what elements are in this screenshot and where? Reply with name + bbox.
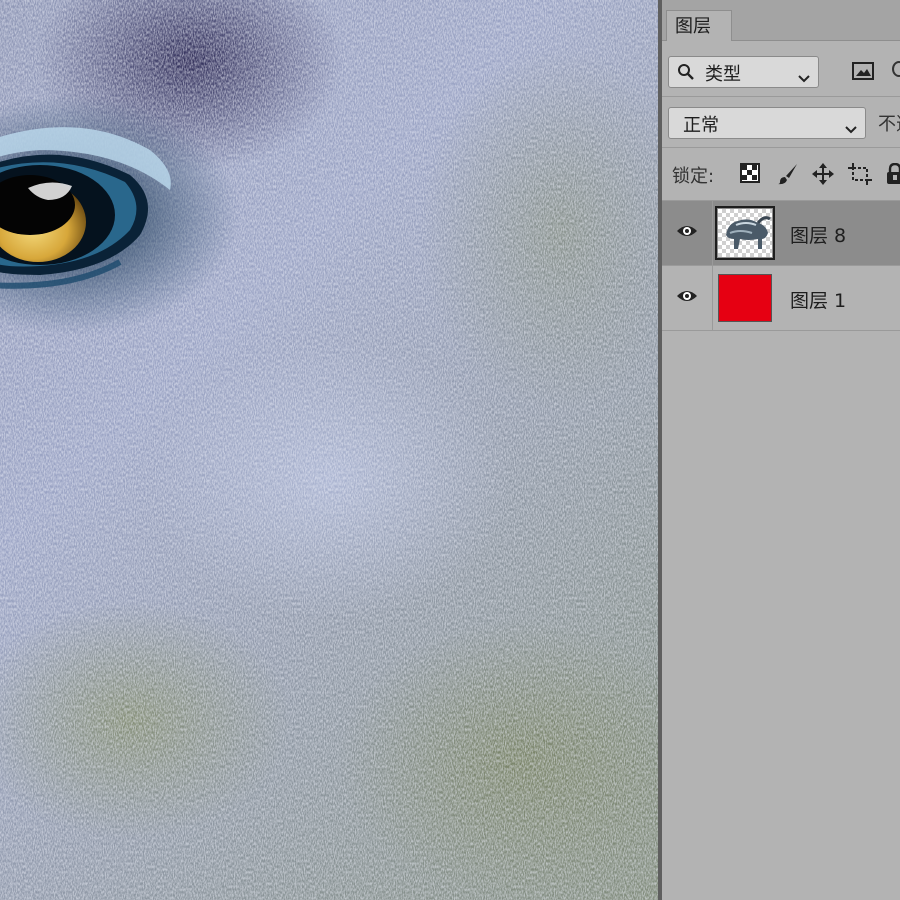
layer-name[interactable]: 图层 8 [790, 221, 846, 248]
chevron-down-icon [845, 118, 857, 139]
eye-icon[interactable] [676, 223, 698, 243]
image-filter-icon[interactable] [852, 62, 874, 84]
lock-position-icon[interactable] [812, 163, 834, 189]
blend-mode-select[interactable]: 正常 [668, 107, 866, 139]
lock-label: 锁定: [672, 166, 715, 187]
opacity-label: 不透明度: [878, 114, 900, 135]
animal-thumbnail-image [726, 216, 771, 249]
filter-kind-value: 类型 [705, 64, 741, 85]
visibility-column-divider [712, 266, 713, 330]
tab-layers[interactable]: 图层 [666, 10, 732, 41]
lock-row: 锁定: [662, 148, 900, 201]
visibility-column-divider [712, 201, 713, 265]
layer-list: 图层 8 图层 1 [662, 201, 900, 331]
layers-panel: 图层 类型 正常 不透明度: 锁定: [662, 0, 900, 900]
layer-row-8[interactable]: 图层 8 [662, 201, 900, 266]
lock-all-icon[interactable] [886, 162, 900, 189]
adjustment-filter-icon[interactable] [892, 61, 900, 77]
canvas-image-eye [0, 0, 658, 900]
layer-name[interactable]: 图层 1 [790, 286, 846, 313]
layer-row-1[interactable]: 图层 1 [662, 266, 900, 331]
layer-thumbnail-solid-fill[interactable] [718, 274, 772, 322]
search-icon [677, 63, 695, 86]
lock-artboard-icon[interactable] [848, 163, 872, 189]
eye-icon[interactable] [676, 288, 698, 308]
document-canvas[interactable] [0, 0, 658, 900]
layer-thumbnail[interactable] [715, 206, 775, 260]
panel-tab-bar: 图层 [662, 0, 900, 41]
lock-image-pixels-icon[interactable] [777, 163, 799, 189]
lock-transparent-pixels-icon[interactable] [740, 163, 760, 187]
layer-filter-row: 类型 [662, 44, 900, 97]
filter-kind-select[interactable]: 类型 [668, 56, 819, 88]
chevron-down-icon [798, 67, 810, 88]
blend-mode-row: 正常 不透明度: [662, 97, 900, 148]
blend-mode-value: 正常 [683, 115, 719, 136]
